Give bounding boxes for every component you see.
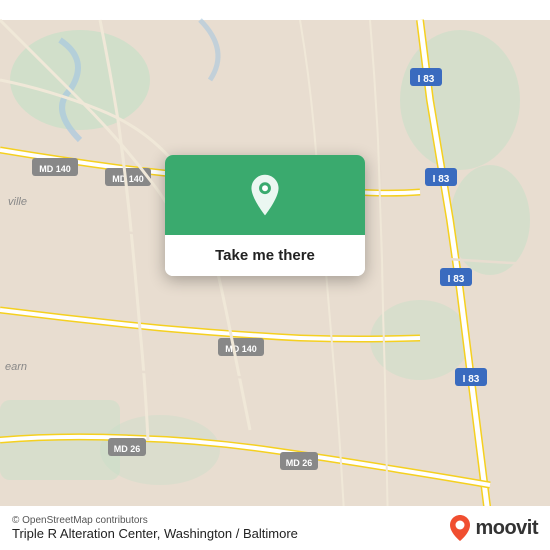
bottom-left: © OpenStreetMap contributors Triple R Al… bbox=[12, 515, 298, 541]
moovit-text: moovit bbox=[475, 517, 538, 540]
svg-text:I 83: I 83 bbox=[463, 374, 480, 385]
take-me-there-button[interactable]: Take me there bbox=[165, 235, 365, 276]
location-title: Triple R Alteration Center, Washington /… bbox=[12, 526, 298, 541]
svg-text:I 83: I 83 bbox=[433, 174, 450, 185]
svg-text:MD 140: MD 140 bbox=[39, 164, 71, 174]
map-container: I 83 I 83 I 83 I 83 MD 140 MD 140 MD 140… bbox=[0, 0, 550, 550]
svg-text:MD 26: MD 26 bbox=[286, 458, 313, 468]
svg-text:I 83: I 83 bbox=[418, 74, 435, 85]
svg-text:MD 26: MD 26 bbox=[114, 444, 141, 454]
svg-text:ville: ville bbox=[8, 196, 27, 208]
bottom-bar: © OpenStreetMap contributors Triple R Al… bbox=[0, 506, 550, 550]
moovit-logo: moovit bbox=[449, 514, 538, 542]
cta-card: Take me there bbox=[165, 155, 365, 276]
svg-text:MD 140: MD 140 bbox=[225, 344, 257, 354]
attribution-text: © OpenStreetMap contributors bbox=[12, 515, 298, 526]
moovit-pin-icon bbox=[449, 514, 471, 542]
location-pin-icon bbox=[243, 173, 287, 217]
svg-text:I 83: I 83 bbox=[448, 274, 465, 285]
svg-text:earn: earn bbox=[5, 361, 27, 373]
cta-green-area bbox=[165, 155, 365, 235]
svg-text:MD 140: MD 140 bbox=[112, 174, 144, 184]
